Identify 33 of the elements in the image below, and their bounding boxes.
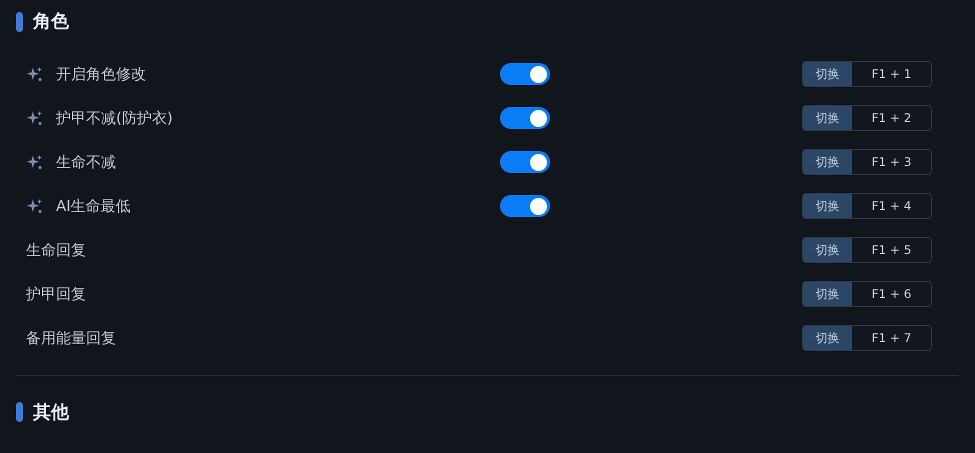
toggle-switch[interactable]: [500, 151, 550, 173]
toggle-switch[interactable]: [500, 107, 550, 129]
hotkey-control[interactable]: 切换 F1 + 6: [802, 281, 932, 307]
hotkey-label: 切换: [803, 282, 852, 306]
section-title: 角色: [33, 10, 69, 34]
hotkey-control[interactable]: 切换 F1 + 7: [802, 325, 932, 351]
row-label: 护甲回复: [26, 284, 86, 305]
sparkle-icon: [26, 198, 43, 214]
hotkey-label: 切换: [803, 194, 852, 218]
row-label: 护甲不减(防护衣): [56, 108, 173, 129]
hotkey-label: 切换: [803, 106, 852, 130]
row-label: AI生命最低: [56, 196, 131, 217]
hotkey-label: 切换: [803, 238, 852, 262]
row-label: 生命回复: [26, 240, 86, 261]
row-label: 备用能量回复: [26, 328, 116, 349]
section-marker: [16, 402, 23, 422]
hotkey-label: 切换: [803, 150, 852, 174]
toggle-switch[interactable]: [500, 63, 550, 85]
hotkey-label: 切换: [803, 326, 852, 350]
hotkey-control[interactable]: 切换 F1 + 5: [802, 237, 932, 263]
row-label: 生命不减: [56, 152, 116, 173]
hotkey-control[interactable]: 切换 F1 + 3: [802, 149, 932, 175]
sparkle-icon: [26, 110, 43, 126]
sparkle-icon: [26, 66, 43, 82]
row-label: 开启角色修改: [56, 64, 146, 85]
hotkey-control[interactable]: 切换 F1 + 4: [802, 193, 932, 219]
sparkle-icon: [26, 154, 43, 170]
hotkey-control[interactable]: 切换 F1 + 2: [802, 105, 932, 131]
hotkey-control[interactable]: 切换 F1 + 1: [802, 61, 932, 87]
toggle-switch[interactable]: [500, 195, 550, 217]
section-marker: [16, 12, 23, 32]
hotkey-label: 切换: [803, 62, 852, 86]
section-title: 其他: [33, 400, 69, 424]
